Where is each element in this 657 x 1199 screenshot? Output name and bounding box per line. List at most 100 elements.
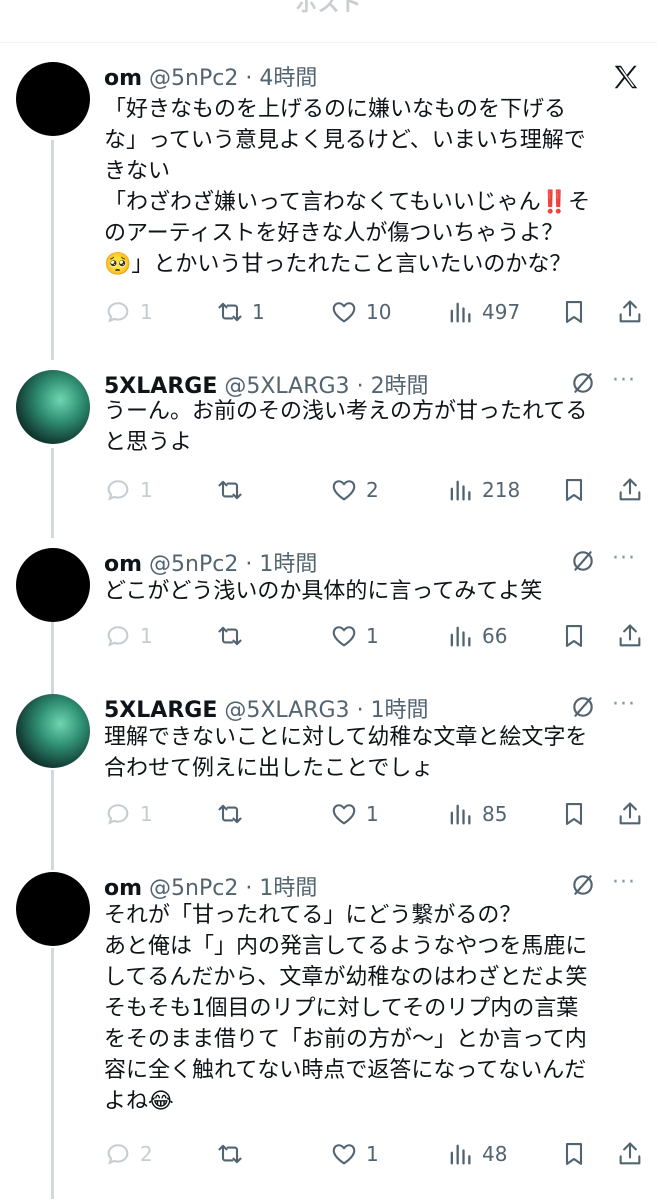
slashed-circle-icon[interactable] [570, 872, 596, 898]
reply-bubble-icon [107, 480, 129, 501]
reply-count: 1 [140, 624, 153, 648]
user-handle[interactable]: @5nPc2 [149, 66, 238, 91]
bookmark-button[interactable] [560, 618, 588, 654]
user-handle[interactable]: @5nPc2 [149, 552, 238, 577]
tweet-header: om @5nPc2 · 1時間 [104, 546, 317, 577]
like-button[interactable]: 1 [330, 1136, 379, 1172]
display-name[interactable]: 5XLARGE [104, 698, 217, 723]
like-count: 1 [366, 624, 379, 648]
retweet-button[interactable] [216, 1136, 244, 1172]
heart-icon [332, 1144, 356, 1165]
timestamp[interactable]: 1時間 [371, 698, 429, 723]
tweet[interactable]: 5XLARGE @5XLARG3 · 2時間 うーん。お前のその浅い考えの方が甘… [0, 368, 657, 528]
tweet-line: のアーティストを好きな人が傷ついちゃうよ？ [104, 221, 564, 246]
reply-button[interactable]: 1 [104, 472, 153, 508]
views-count: 497 [482, 300, 521, 324]
views-bars-icon [450, 480, 471, 501]
dot-separator: · [245, 66, 253, 91]
views-button[interactable]: 497 [446, 294, 520, 330]
like-count: 1 [366, 1142, 379, 1166]
views-button[interactable]: 218 [446, 472, 520, 508]
bookmark-button[interactable] [560, 472, 588, 508]
display-name[interactable]: om [104, 552, 142, 577]
views-count: 48 [482, 1142, 508, 1166]
slashed-circle-icon[interactable] [570, 694, 596, 720]
tweet[interactable]: om @5nPc2 · 1時間 それが「甘ったれてる」にどう繋がるの？ あと俺は… [0, 870, 657, 1190]
views-button[interactable]: 66 [446, 618, 507, 654]
tweet-line: 🥺」とかいう甘ったれたこと言いたいのかな？ [104, 252, 572, 277]
tweet-line: 「好きなものを上げるのに嫌いなものを下げる [104, 97, 567, 122]
reply-button[interactable]: 1 [104, 796, 153, 832]
reply-button[interactable]: 2 [104, 1136, 153, 1172]
avatar[interactable] [16, 370, 90, 444]
tweet-header: om @5nPc2 · 1時間 [104, 870, 317, 901]
share-icon [619, 478, 641, 501]
like-count: 10 [366, 300, 392, 324]
tweet[interactable]: 5XLARGE @5XLARG3 · 1時間 理解できないことに対して幼稚な文章… [0, 692, 657, 852]
display-name[interactable]: om [104, 876, 142, 901]
bookmark-button[interactable] [560, 796, 588, 832]
views-button[interactable]: 85 [446, 796, 507, 832]
tweet-line: 理解できないことに対して幼稚な文章と絵文字を [104, 725, 588, 750]
slashed-circle-icon[interactable] [570, 370, 596, 396]
retweet-button[interactable] [216, 472, 244, 508]
tweet-line: 「わざわざ嫌いって言わなくてもいいじゃん‼️そ [104, 190, 591, 215]
bookmark-icon [565, 301, 583, 323]
page-title: ポスト [295, 0, 362, 17]
x-logo-icon[interactable] [611, 62, 641, 92]
tweet-actions: 1 1 10 497 [104, 294, 644, 330]
retweet-button[interactable] [216, 796, 244, 832]
more-dots-icon[interactable]: ··· [612, 546, 636, 571]
share-icon [619, 1142, 641, 1165]
avatar[interactable] [16, 872, 90, 946]
more-dots-icon[interactable]: ··· [612, 870, 636, 895]
like-button[interactable]: 10 [330, 294, 391, 330]
share-icon [619, 300, 641, 323]
reply-button[interactable]: 1 [104, 618, 153, 654]
tweet[interactable]: om @5nPc2 · 4時間 「好きなものを上げるのに嫌いなものを下げる な」… [0, 60, 657, 340]
avatar[interactable] [16, 548, 90, 622]
tweet-actions: 1 1 85 [104, 796, 644, 832]
reply-bubble-icon [107, 626, 129, 647]
tweet-line: そもそも1個目のリプに対してそのリプ内の言葉 [104, 996, 579, 1021]
share-button[interactable] [616, 1136, 644, 1172]
retweet-button[interactable]: 1 [216, 294, 265, 330]
like-button[interactable]: 1 [330, 618, 379, 654]
dot-separator: · [245, 876, 253, 901]
share-button[interactable] [616, 618, 644, 654]
reply-button[interactable]: 1 [104, 294, 153, 330]
tweet[interactable]: om @5nPc2 · 1時間 どこがどう浅いのか具体的に言ってみてよ笑 1 1 6… [0, 546, 657, 676]
share-button[interactable] [616, 796, 644, 832]
avatar[interactable] [16, 694, 90, 768]
bookmark-icon [565, 803, 583, 825]
tweet-line: と思うよ [104, 430, 193, 455]
share-button[interactable] [616, 472, 644, 508]
retweet-icon [218, 302, 242, 322]
tweet-actions: 2 1 48 [104, 1136, 644, 1172]
retweet-button[interactable] [216, 618, 244, 654]
display-name[interactable]: om [104, 66, 142, 91]
tweet-line: 容に全く触れてない時点で返答になってないんだ [104, 1058, 587, 1083]
timestamp[interactable]: 1時間 [259, 876, 317, 901]
bookmark-button[interactable] [560, 294, 588, 330]
slashed-circle-icon[interactable] [570, 548, 596, 574]
views-button[interactable]: 48 [446, 1136, 507, 1172]
like-button[interactable]: 2 [330, 472, 379, 508]
user-handle[interactable]: @5nPc2 [149, 876, 238, 901]
more-dots-icon[interactable]: ··· [612, 692, 636, 717]
user-handle[interactable]: @5XLARG3 [224, 698, 349, 723]
like-button[interactable]: 1 [330, 796, 379, 832]
timestamp[interactable]: 1時間 [259, 552, 317, 577]
tweet-line: どこがどう浅いのか具体的に言ってみてよ笑 [104, 579, 543, 604]
tweet-line: それが「甘ったれてる」にどう繋がるの？ [104, 903, 522, 928]
views-bars-icon [450, 1144, 471, 1165]
bookmark-button[interactable] [560, 1136, 588, 1172]
avatar[interactable] [16, 62, 90, 136]
heart-icon [332, 804, 356, 825]
share-button[interactable] [616, 294, 644, 330]
more-dots-icon[interactable]: ··· [612, 368, 636, 393]
retweet-count: 1 [252, 300, 265, 324]
timestamp[interactable]: 4時間 [259, 66, 317, 91]
share-icon [619, 802, 641, 825]
tweet-header: 5XLARGE @5XLARG3 · 2時間 [104, 368, 429, 399]
